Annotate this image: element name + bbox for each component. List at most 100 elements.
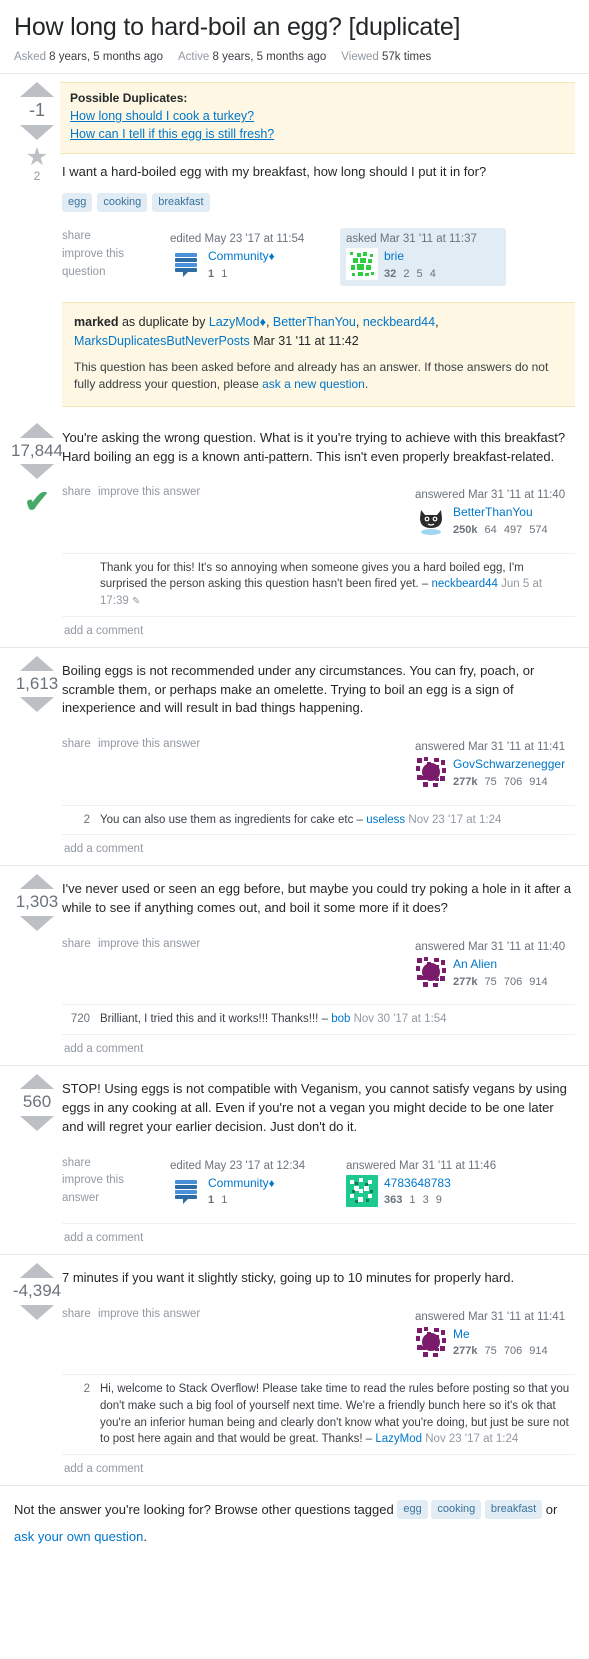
answer-3-upvote-icon[interactable] <box>20 874 54 890</box>
improve-answer-link[interactable]: improve this answer <box>98 1308 200 1320</box>
answer-1-meta-row: share improve this answer answered Mar 3… <box>60 468 575 552</box>
answer-4-editor-badges: 1 1 <box>208 1193 275 1208</box>
answer-1-score: 17,844 <box>11 440 63 460</box>
answer-2-author-name[interactable]: GovSchwarzenegger <box>453 757 565 771</box>
marked-timestamp: Mar 31 '11 at 11:42 <box>253 334 359 349</box>
answer-4-editor-name[interactable]: Community <box>208 1176 269 1190</box>
answer-5-author-rep: 277k <box>453 1345 478 1358</box>
answer-1-downvote-icon[interactable] <box>20 464 54 480</box>
brie-avatar-icon <box>346 248 378 281</box>
marked-user-marksduplicates[interactable]: MarksDuplicatesButNeverPosts <box>74 334 250 348</box>
answer-5-upvote-icon[interactable] <box>20 1262 54 1278</box>
comment-author[interactable]: bob <box>331 1013 350 1025</box>
answer-5-author-name[interactable]: Me <box>453 1327 470 1341</box>
comment-timestamp: Nov 30 '17 at 1:54 <box>353 1013 447 1026</box>
share-link[interactable]: share <box>62 1155 154 1173</box>
ask-new-question-link[interactable]: ask a new question <box>262 377 365 391</box>
improve-answer-link[interactable]: improve this answer <box>98 486 200 498</box>
stat-active-label: Active <box>177 51 210 63</box>
answer-2-upvote-icon[interactable] <box>20 655 54 671</box>
answer-2-author-gold: 75 <box>484 775 497 788</box>
share-link[interactable]: share <box>62 938 91 950</box>
question-downvote-icon[interactable] <box>20 124 54 140</box>
tag-egg[interactable]: egg <box>62 193 93 213</box>
share-link[interactable]: share <box>62 486 91 498</box>
answer-5-score: -4,394 <box>12 1280 62 1300</box>
duplicate-link-1[interactable]: How long should I cook a turkey? <box>70 107 565 125</box>
share-link[interactable]: share <box>62 1308 91 1320</box>
comment-timestamp: Nov 23 '17 at 1:24 <box>408 813 502 826</box>
community-avatar-icon <box>170 248 202 281</box>
answer-3-author-card: answered Mar 31 '11 at 11:40 An Alien 27… <box>409 936 575 994</box>
add-comment-button[interactable]: add a comment <box>62 615 575 647</box>
answer-5-timestamp: answered Mar 31 '11 at 11:41 <box>415 1310 566 1323</box>
add-comment-button[interactable]: add a comment <box>62 1034 575 1065</box>
question-edited-timestamp[interactable]: edited May 23 '17 at 11:54 <box>170 233 324 245</box>
answer-4-meta-row: share improve this answer edited May 23 … <box>60 1139 575 1223</box>
question-upvote-icon[interactable] <box>20 82 54 97</box>
add-comment-button[interactable]: add a comment <box>62 834 575 865</box>
marked-prefix: marked <box>74 315 119 330</box>
answer-4: 560 STOP! Using eggs is not compatible w… <box>0 1065 589 1254</box>
answer-3-score: 1,303 <box>15 892 59 912</box>
improve-question-link-2[interactable]: question <box>62 264 154 282</box>
duplicate-link-2[interactable]: How can I tell if this egg is still fres… <box>70 125 565 143</box>
answer-5: -4,394 7 minutes if you want it slightly… <box>0 1253 589 1485</box>
share-link[interactable]: share <box>62 738 91 750</box>
footer-tag-cooking[interactable]: cooking <box>431 1499 482 1519</box>
comment-author[interactable]: LazyMod <box>375 1433 422 1445</box>
edit-pencil-icon[interactable]: ✎ <box>132 596 140 607</box>
answer-2-meta-row: share improve this answer answered Mar 3… <box>60 720 575 804</box>
favorite-count: 2 <box>33 168 41 183</box>
question-author-silver: 5 <box>416 267 423 280</box>
comment-author[interactable]: useless <box>366 814 405 826</box>
footer-period: . <box>143 1529 147 1545</box>
improve-answer-link-1[interactable]: improve this <box>62 1172 154 1190</box>
improve-answer-link-2[interactable]: answer <box>62 1190 154 1208</box>
answer-4-author-name[interactable]: 4783648783 <box>384 1176 451 1190</box>
answer-1-vote-column: 17,844 ✔ <box>11 415 63 553</box>
answer-4-actions: share improve this answer <box>62 1155 154 1208</box>
footer-tag-breakfast[interactable]: breakfast <box>484 1499 543 1519</box>
answer-5-downvote-icon[interactable] <box>20 1304 54 1320</box>
marked-user-neckbeard44[interactable]: neckbeard44 <box>363 315 435 329</box>
question-editor-name[interactable]: Community <box>208 249 269 263</box>
answer-3-meta-row: share improve this answer answered Mar 3… <box>60 920 575 1004</box>
improve-question-link-1[interactable]: improve this <box>62 246 154 264</box>
add-comment-button[interactable]: add a comment <box>62 1222 575 1254</box>
moderator-diamond-icon: ♦ <box>268 251 275 264</box>
answer-4-author-silver: 3 <box>422 1194 429 1207</box>
answer-4-upvote-icon[interactable] <box>20 1074 54 1090</box>
add-comment-button[interactable]: add a comment <box>62 1453 575 1485</box>
favorite-star-icon[interactable]: ★ <box>26 144 48 169</box>
answer-2-comments: 2 You can also use them as ingredients f… <box>62 804 575 866</box>
answer-2-downvote-icon[interactable] <box>20 697 54 713</box>
answer-3-comments: 720 Brilliant, I tried this and it works… <box>62 1004 575 1065</box>
answer-5-author-badges: 277k 75 706 914 <box>453 1344 552 1359</box>
question-author-name[interactable]: brie <box>384 249 404 263</box>
marked-duplicate-line: marked as duplicate by LazyMod♦, BetterT… <box>74 315 439 349</box>
answer-1-author-name[interactable]: BetterThanYou <box>453 505 533 519</box>
answer-4-editor-rep: 1 <box>208 1194 215 1207</box>
improve-answer-link[interactable]: improve this answer <box>98 738 200 750</box>
answer-4-downvote-icon[interactable] <box>20 1115 54 1131</box>
comment-timestamp: Nov 23 '17 at 1:24 <box>425 1433 519 1446</box>
footer-tag-egg[interactable]: egg <box>397 1499 428 1519</box>
tag-breakfast[interactable]: breakfast <box>152 193 210 213</box>
marked-user-betterthanyou[interactable]: BetterThanYou <box>273 315 356 329</box>
answer-4-edited-timestamp[interactable]: edited May 23 '17 at 12:34 <box>170 1160 324 1172</box>
tag-cooking[interactable]: cooking <box>97 193 148 213</box>
page-title: How long to hard-boil an egg? [duplicate… <box>14 13 461 41</box>
comment-author[interactable]: neckbeard44 <box>431 578 498 590</box>
share-link[interactable]: share <box>62 228 154 246</box>
marked-explanation: This question has been asked before and … <box>74 359 563 394</box>
answer-4-author-bronze: 9 <box>435 1194 442 1207</box>
comment-dash: – <box>365 1433 373 1446</box>
answer-1: 17,844 ✔ You're asking the wrong questio… <box>0 415 589 647</box>
answer-3-downvote-icon[interactable] <box>20 916 54 932</box>
answer-3-author-name[interactable]: An Alien <box>453 957 497 971</box>
ask-own-question-link[interactable]: ask your own question <box>14 1529 143 1544</box>
answer-1-upvote-icon[interactable] <box>20 422 54 438</box>
improve-answer-link[interactable]: improve this answer <box>98 938 200 950</box>
marked-user-lazymod[interactable]: LazyMod <box>209 315 260 329</box>
